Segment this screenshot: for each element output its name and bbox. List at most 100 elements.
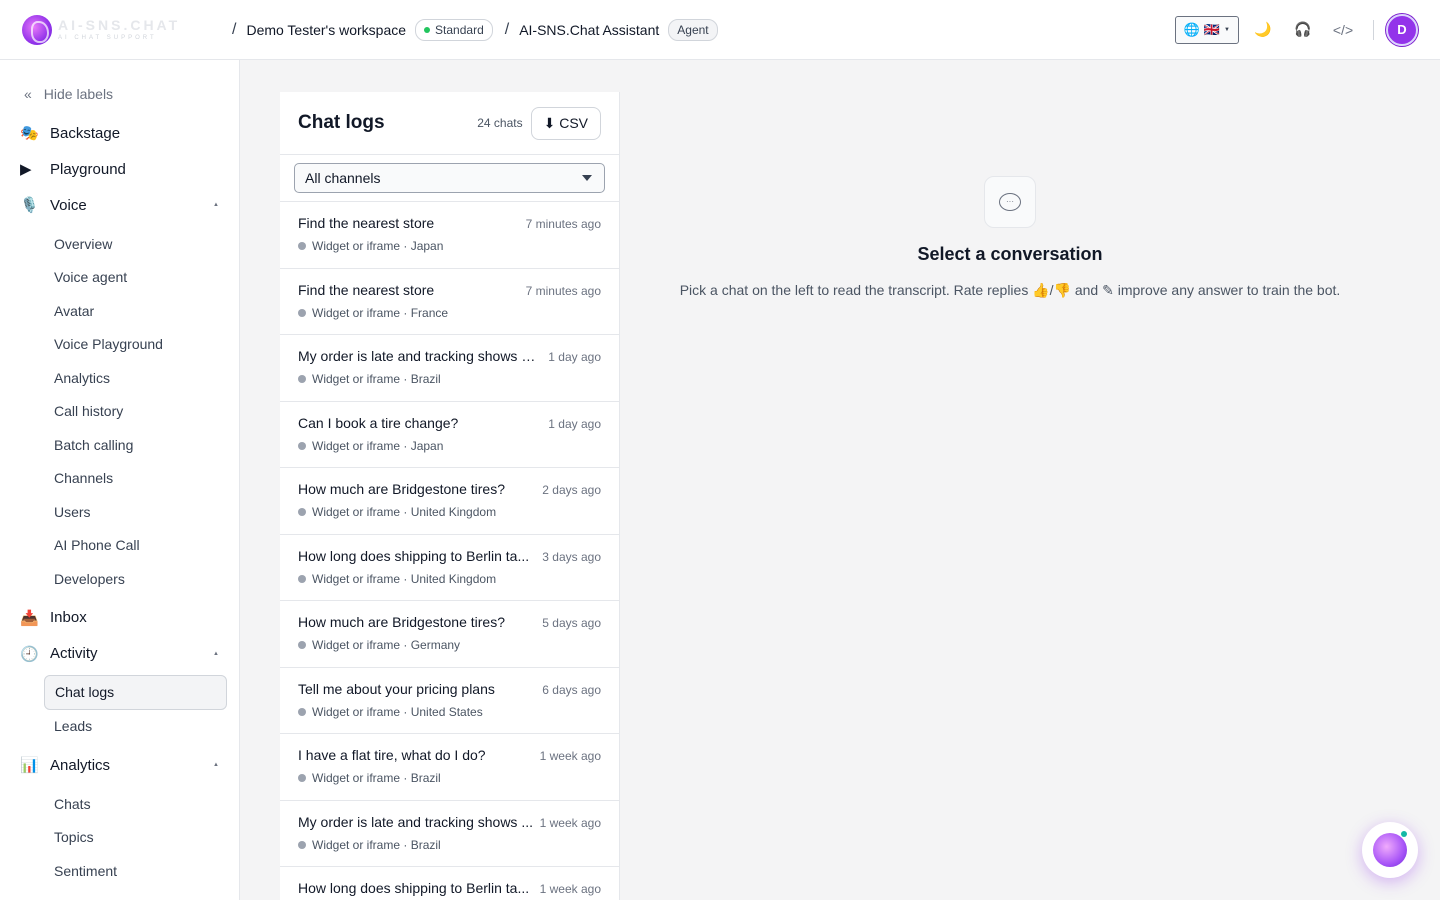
channel-filter-select[interactable]: All channels bbox=[294, 163, 605, 193]
empty-state-title: Select a conversation bbox=[917, 244, 1103, 264]
caret-down-icon: ▼ bbox=[1224, 26, 1230, 33]
chat-title: Can I book a tire change? bbox=[298, 414, 459, 431]
divider bbox=[1373, 19, 1374, 40]
channel-dot-icon bbox=[298, 308, 306, 317]
chat-list-item[interactable]: How much are Bridgestone tires? 2 days ag… bbox=[280, 468, 619, 535]
breadcrumb-workspace[interactable]: Demo Tester's workspace bbox=[246, 22, 406, 38]
sidebar-group-analytics[interactable]: 📊 Analytics ▲ bbox=[20, 747, 227, 783]
breadcrumb-assistant[interactable]: AI-SNS.Chat Assistant bbox=[519, 22, 659, 38]
sidebar-item-developers[interactable]: Developers bbox=[20, 562, 227, 596]
csv-export-button[interactable]: ⬇ CSV bbox=[530, 106, 601, 140]
sidebar-item-ai-phone-call[interactable]: AI Phone Call bbox=[20, 529, 227, 563]
chat-title: My order is late and tracking shows n... bbox=[298, 348, 538, 364]
chat-source: Widget or iframe · Japan bbox=[312, 438, 444, 453]
sidebar-group-activity[interactable]: 🕘 Activity ▲ bbox=[20, 636, 227, 672]
chat-source: Widget or iframe · Germany bbox=[312, 638, 461, 652]
chat-time: 3 days ago bbox=[542, 549, 601, 564]
headset-icon: 🎧 bbox=[1294, 21, 1312, 37]
theme-toggle-button[interactable]: 🌙 bbox=[1243, 14, 1283, 46]
support-button[interactable]: 🎧 bbox=[1283, 14, 1323, 46]
chat-list-item[interactable]: My order is late and tracking shows ... 1… bbox=[280, 801, 619, 867]
sidebar-item-batch-calling[interactable]: Batch calling bbox=[20, 428, 227, 462]
microphone-icon: 🎙️ bbox=[20, 197, 39, 214]
chat-list-item[interactable]: How much are Bridgestone tires? 5 days ag… bbox=[280, 601, 619, 668]
chat-list-item[interactable]: Can I book a tire change? 1 day ago Widge… bbox=[280, 402, 619, 468]
page-title: Chat logs bbox=[298, 112, 385, 133]
top-bar: AI-SNS.CHAT AI CHAT SUPPORT / Demo Teste… bbox=[0, 0, 1440, 60]
logo-name: AI-SNS.CHAT bbox=[58, 17, 181, 33]
chat-time: 7 minutes ago bbox=[525, 217, 601, 231]
chat-title: Find the nearest store bbox=[298, 281, 435, 298]
chat-title: My order is late and tracking shows ... bbox=[298, 813, 533, 830]
online-status-icon bbox=[1401, 831, 1407, 837]
chat-list-item[interactable]: My order is late and tracking shows n...… bbox=[280, 335, 619, 402]
chat-time: 7 minutes ago bbox=[525, 283, 601, 298]
channel-dot-icon bbox=[298, 441, 306, 450]
sidebar-item-voice-playground[interactable]: Voice Playground bbox=[20, 328, 227, 362]
chevron-up-icon: ▲ bbox=[213, 202, 219, 208]
user-avatar[interactable]: D bbox=[1386, 13, 1418, 46]
collapse-icon: « bbox=[24, 86, 32, 102]
channel-dot-icon bbox=[298, 574, 306, 583]
sidebar-item-backstage[interactable]: 🎭 Backstage bbox=[20, 115, 227, 151]
sidebar-group-voice[interactable]: 🎙️ Voice ▲ bbox=[20, 187, 227, 223]
chat-title: I have a flat tire, what do I do? bbox=[298, 747, 486, 763]
sidebar-item-playground[interactable]: ▶ Playground bbox=[20, 151, 227, 187]
chevron-up-icon: ▲ bbox=[213, 762, 219, 768]
channel-dot-icon bbox=[298, 707, 306, 716]
sidebar-item-chats[interactable]: Chats bbox=[20, 787, 227, 821]
chat-title: How much are Bridgestone tires? bbox=[298, 481, 505, 497]
globe-icon: 🌐 bbox=[1183, 21, 1200, 37]
assistant-logo-icon bbox=[1373, 833, 1407, 867]
uk-flag-icon: 🇬🇧 bbox=[1203, 21, 1221, 37]
logo-icon bbox=[22, 14, 52, 45]
sidebar-item-voice-agent[interactable]: Voice agent bbox=[20, 261, 227, 295]
clock-icon: 🕘 bbox=[20, 645, 39, 663]
channel-dot-icon bbox=[298, 242, 306, 250]
chat-time: 1 week ago bbox=[539, 815, 601, 830]
chat-title: How much are Bridgestone tires? bbox=[298, 614, 505, 630]
chat-list-item[interactable]: Tell me about your pricing plans 6 days a… bbox=[280, 668, 619, 734]
chat-source: Widget or iframe · Brazil bbox=[312, 837, 441, 852]
channel-dot-icon bbox=[298, 375, 306, 383]
sidebar-item-channels[interactable]: Channels bbox=[20, 462, 227, 496]
sidebar-item-inbox[interactable]: 📥 Inbox bbox=[20, 600, 227, 636]
assistant-launcher-button[interactable] bbox=[1362, 822, 1418, 878]
chat-time: 1 week ago bbox=[539, 882, 601, 896]
chat-list-panel: Chat logs 24 chats ⬇ CSV All channels Fi… bbox=[280, 92, 620, 900]
bar-chart-icon: 📊 bbox=[20, 757, 39, 774]
hide-labels-button[interactable]: « Hide labels bbox=[24, 80, 227, 108]
logo-tagline: AI CHAT SUPPORT bbox=[58, 35, 157, 41]
logo[interactable]: AI-SNS.CHAT AI CHAT SUPPORT bbox=[22, 14, 220, 45]
sidebar-item-chat-logs[interactable]: Chat logs bbox=[44, 674, 227, 710]
language-select-button[interactable]: 🌐 🇬🇧 ▼ bbox=[1174, 15, 1239, 44]
channel-dot-icon bbox=[298, 508, 306, 516]
plan-badge: Standard bbox=[415, 18, 493, 41]
sidebar-item-avatar[interactable]: Avatar bbox=[20, 294, 227, 328]
chat-list-item[interactable]: Find the nearest store 7 minutes ago Widg… bbox=[280, 202, 619, 269]
sidebar-item-leads[interactable]: Leads bbox=[20, 710, 227, 744]
chevron-up-icon: ▲ bbox=[213, 650, 219, 657]
sidebar-item-call-history[interactable]: Call history bbox=[20, 395, 227, 429]
code-icon: </> bbox=[1332, 21, 1354, 38]
chat-list-header: Chat logs 24 chats ⬇ CSV bbox=[280, 92, 619, 155]
chat-source: Widget or iframe · Brazil bbox=[312, 771, 441, 785]
chat-list-item[interactable]: I have a flat tire, what do I do? 1 week … bbox=[280, 734, 619, 801]
chat-list-item[interactable]: How long does shipping to Berlin ta... 3 … bbox=[280, 535, 619, 601]
chat-source: Widget or iframe · Brazil bbox=[312, 372, 441, 386]
chat-list-item[interactable]: How long does shipping to Berlin ta... 1 … bbox=[280, 867, 619, 900]
sidebar-item-users[interactable]: Users bbox=[20, 495, 227, 529]
sidebar-item-overview[interactable]: Overview bbox=[20, 227, 227, 261]
sidebar-item-voice-analytics[interactable]: Analytics bbox=[20, 361, 227, 395]
chat-time: 6 days ago bbox=[542, 682, 601, 697]
chat-list-item[interactable]: Find the nearest store 7 minutes ago Widg… bbox=[280, 269, 619, 335]
sidebar-item-sentiment[interactable]: Sentiment bbox=[20, 854, 227, 888]
sidebar-item-topics[interactable]: Topics bbox=[20, 821, 227, 855]
caret-down-icon bbox=[582, 175, 592, 181]
chat-title: Find the nearest store bbox=[298, 215, 435, 231]
chat-time: 2 days ago bbox=[542, 483, 601, 497]
chat-source: Widget or iframe · Japan bbox=[312, 239, 444, 253]
empty-state-description: Pick a chat on the left to read the tran… bbox=[679, 282, 1341, 298]
empty-state: ··· Select a conversation Pick a chat on… bbox=[620, 92, 1400, 299]
embed-code-button[interactable]: </> bbox=[1323, 14, 1363, 46]
